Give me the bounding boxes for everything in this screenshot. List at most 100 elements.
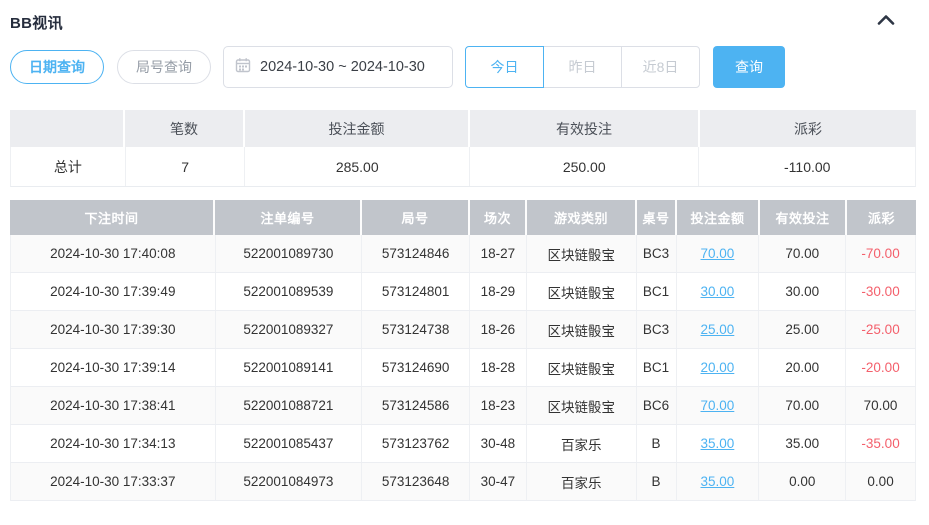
chevron-up-icon [876, 13, 896, 32]
bet-amount-link[interactable]: 35.00 [701, 474, 735, 489]
game-type: 区块链骰宝 [527, 235, 637, 272]
bet-amount-cell: 35.00 [677, 425, 760, 462]
bet-amount-cell: 35.00 [677, 463, 760, 500]
panel-header: BB视讯 [10, 0, 916, 32]
valid-bet: 30.00 [759, 273, 846, 310]
page-title: BB视讯 [10, 12, 63, 33]
bet-amount-link[interactable]: 70.00 [701, 398, 735, 413]
table-number: BC6 [637, 387, 677, 424]
summary-total-row: 总计 7 285.00 250.00 -110.00 [10, 147, 916, 187]
valid-bet: 25.00 [759, 311, 846, 348]
round-number: 573124801 [362, 273, 470, 310]
table-row: 2024-10-30 17:34:13 522001085437 5731237… [10, 425, 916, 463]
date-range-value: 2024-10-30 ~ 2024-10-30 [260, 59, 425, 75]
game-type: 区块链骰宝 [527, 273, 637, 310]
query-button[interactable]: 查询 [713, 46, 785, 88]
valid-bet: 0.00 [759, 463, 846, 500]
quick-range-yesterday[interactable]: 昨日 [543, 46, 622, 88]
bet-time: 2024-10-30 17:40:08 [11, 235, 216, 272]
col-order-number: 注单编号 [215, 200, 362, 235]
valid-bet: 70.00 [759, 235, 846, 272]
col-bet-amount: 投注金额 [677, 200, 760, 235]
bet-amount-cell: 20.00 [677, 349, 760, 386]
bet-amount-link[interactable]: 35.00 [701, 436, 735, 451]
table-number: BC1 [637, 349, 677, 386]
col-valid-bet: 有效投注 [760, 200, 847, 235]
session: 18-27 [470, 235, 527, 272]
session: 18-26 [470, 311, 527, 348]
game-type: 百家乐 [527, 463, 637, 500]
bet-amount-link[interactable]: 30.00 [701, 284, 735, 299]
table-header-row: 下注时间 注单编号 局号 场次 游戏类别 桌号 投注金额 有效投注 派彩 [10, 200, 916, 235]
quick-range-group: 今日 昨日 近8日 [465, 46, 700, 88]
payout: -25.00 [846, 311, 915, 348]
session: 30-48 [470, 425, 527, 462]
bet-amount-cell: 25.00 [677, 311, 760, 348]
order-number: 522001089539 [216, 273, 363, 310]
payout: 70.00 [846, 387, 915, 424]
table-number: BC1 [637, 273, 677, 310]
bet-amount-cell: 30.00 [677, 273, 760, 310]
game-type: 区块链骰宝 [527, 387, 637, 424]
table-row: 2024-10-30 17:39:14 522001089141 5731246… [10, 349, 916, 387]
payout: -70.00 [846, 235, 915, 272]
session: 18-23 [470, 387, 527, 424]
table-number: B [637, 463, 677, 500]
tab-date-query[interactable]: 日期查询 [10, 50, 104, 84]
table-row: 2024-10-30 17:38:41 522001088721 5731245… [10, 387, 916, 425]
bet-time: 2024-10-30 17:34:13 [11, 425, 216, 462]
round-number: 573124738 [362, 311, 470, 348]
table-number: BC3 [637, 311, 677, 348]
order-number: 522001089730 [216, 235, 363, 272]
payout: 0.00 [846, 463, 915, 500]
bet-amount-link[interactable]: 70.00 [701, 246, 735, 261]
col-payout: 派彩 [847, 200, 916, 235]
table-row: 2024-10-30 17:33:37 522001084973 5731236… [10, 463, 916, 501]
col-game-type: 游戏类别 [527, 200, 637, 235]
order-number: 522001085437 [216, 425, 363, 462]
col-bet-time: 下注时间 [10, 200, 215, 235]
round-number: 573124586 [362, 387, 470, 424]
summary-total-bet-amount: 285.00 [245, 147, 470, 186]
col-table-number: 桌号 [637, 200, 677, 235]
quick-range-last8days[interactable]: 近8日 [621, 46, 700, 88]
table-row: 2024-10-30 17:39:30 522001089327 5731247… [10, 311, 916, 349]
round-number: 573124690 [362, 349, 470, 386]
bet-amount-cell: 70.00 [677, 387, 760, 424]
tab-round-query[interactable]: 局号查询 [117, 50, 211, 84]
session: 18-28 [470, 349, 527, 386]
date-range-input[interactable]: 2024-10-30 ~ 2024-10-30 [223, 46, 453, 88]
order-number: 522001084973 [216, 463, 363, 500]
summary-table: 笔数 投注金额 有效投注 派彩 总计 7 285.00 250.00 -110.… [10, 110, 916, 187]
calendar-icon [235, 57, 251, 77]
bet-time: 2024-10-30 17:33:37 [11, 463, 216, 500]
valid-bet: 35.00 [759, 425, 846, 462]
payout: -30.00 [846, 273, 915, 310]
summary-total-valid-bet: 250.00 [470, 147, 700, 186]
bb-video-panel: BB视讯 日期查询 局号查询 [0, 0, 929, 501]
quick-range-today[interactable]: 今日 [465, 46, 544, 88]
summary-header-valid-bet: 有效投注 [470, 110, 700, 147]
collapse-panel-button[interactable] [876, 13, 896, 32]
round-number: 573123648 [362, 463, 470, 500]
summary-header-blank [10, 110, 125, 147]
bet-amount-cell: 70.00 [677, 235, 760, 272]
bet-amount-link[interactable]: 20.00 [701, 360, 735, 375]
game-type: 百家乐 [527, 425, 637, 462]
summary-header-bet-amount: 投注金额 [245, 110, 470, 147]
bet-amount-link[interactable]: 25.00 [701, 322, 735, 337]
bet-time: 2024-10-30 17:38:41 [11, 387, 216, 424]
order-number: 522001088721 [216, 387, 363, 424]
valid-bet: 70.00 [759, 387, 846, 424]
bet-time: 2024-10-30 17:39:49 [11, 273, 216, 310]
order-number: 522001089327 [216, 311, 363, 348]
summary-total-label: 总计 [11, 147, 126, 186]
valid-bet: 20.00 [759, 349, 846, 386]
payout: -20.00 [846, 349, 915, 386]
table-number: BC3 [637, 235, 677, 272]
bet-records-table: 下注时间 注单编号 局号 场次 游戏类别 桌号 投注金额 有效投注 派彩 202… [10, 200, 916, 501]
round-number: 573123762 [362, 425, 470, 462]
summary-header-row: 笔数 投注金额 有效投注 派彩 [10, 110, 916, 147]
table-row: 2024-10-30 17:40:08 522001089730 5731248… [10, 235, 916, 273]
game-type: 区块链骰宝 [527, 349, 637, 386]
